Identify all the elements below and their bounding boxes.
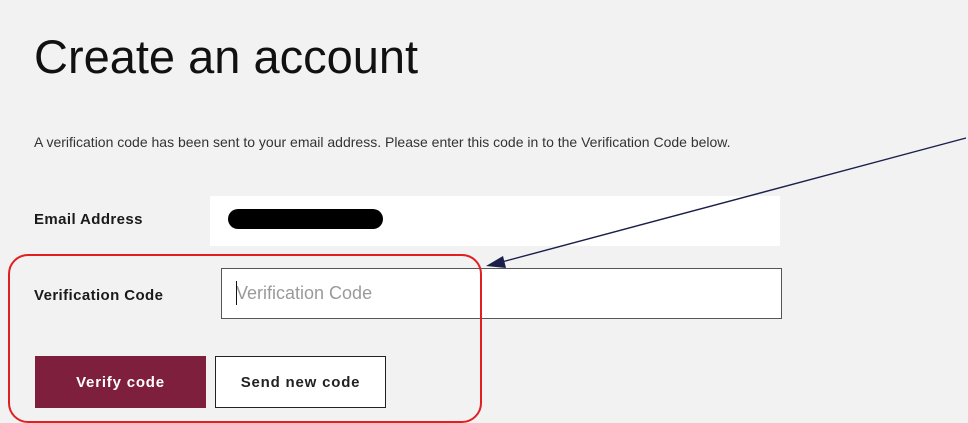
page-title: Create an account: [34, 30, 419, 83]
account-creation-panel: Create an account A verification code ha…: [0, 0, 968, 423]
verification-instructions: A verification code has been sent to you…: [34, 134, 731, 150]
email-address-label: Email Address: [34, 211, 143, 228]
verification-code-input[interactable]: [221, 268, 782, 319]
send-new-code-button[interactable]: Send new code: [215, 356, 386, 408]
verification-code-label: Verification Code: [34, 287, 164, 304]
text-cursor: [236, 281, 237, 305]
email-redaction-mark: [228, 209, 383, 229]
verify-code-button[interactable]: Verify code: [35, 356, 206, 408]
